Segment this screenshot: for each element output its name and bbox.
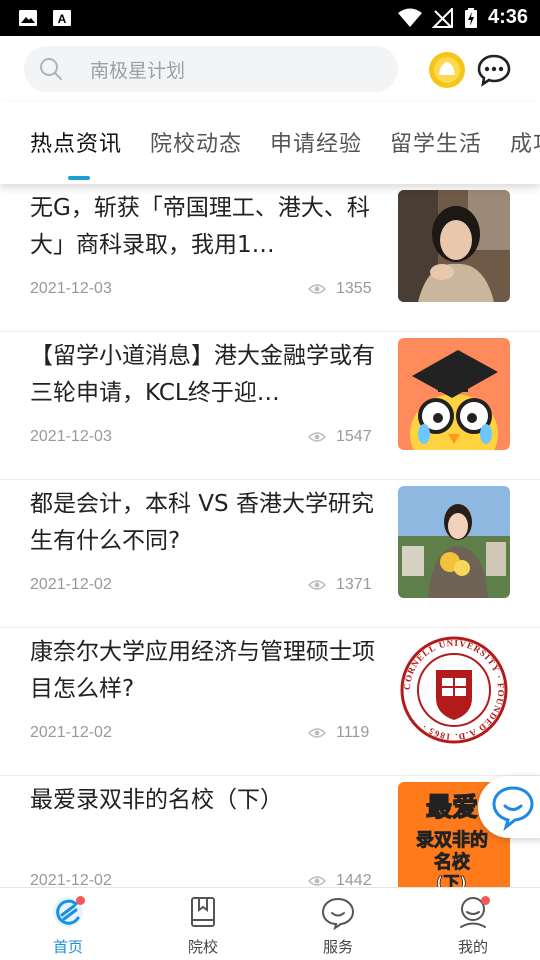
font-app-icon: A — [53, 10, 71, 26]
eye-icon — [308, 580, 326, 590]
eye-icon — [308, 432, 326, 442]
article-thumbnail — [398, 486, 510, 598]
svg-text:名校: 名校 — [434, 851, 471, 873]
view-count: 1442 — [336, 872, 372, 887]
tab-study-abroad-life[interactable]: 留学生活 — [390, 126, 482, 158]
battery-charging-icon — [464, 7, 477, 28]
article-date: 2021-12-02 — [30, 724, 112, 741]
article-views: 1119 — [308, 724, 369, 742]
svg-text:最爱: 最爱 — [426, 793, 478, 823]
wifi-icon — [397, 8, 422, 27]
nav-schools[interactable]: 院校 — [163, 894, 243, 957]
article-item[interactable]: 无G，斩获「帝国理工、港大、科大」商科录取，我用1… 2021-12-03 13… — [0, 184, 540, 332]
view-count: 1355 — [336, 280, 372, 297]
search-bar[interactable]: 南极星计划 — [24, 46, 398, 92]
svg-text:A: A — [58, 12, 67, 26]
article-item[interactable]: 最爱录双非的名校（下） 2021-12-02 1442 最爱 录双非的 名校 (… — [0, 776, 540, 887]
floating-customer-service-button[interactable] — [478, 776, 540, 838]
clock: 4:36 — [487, 6, 528, 28]
tab-hot-news[interactable]: 热点资讯 — [30, 126, 122, 158]
svg-text:(下): (下) — [436, 873, 467, 887]
book-icon — [191, 897, 215, 927]
cornell-seal-image: CORNELL UNIVERSITY · FOUNDED A.D. 1865 · — [398, 634, 510, 746]
notification-icons: A — [18, 8, 72, 28]
search-icon — [40, 58, 62, 80]
article-title: 【留学小道消息】港大金融学或有三轮申请，KCL终于迎… — [30, 343, 375, 406]
eye-icon — [308, 876, 326, 886]
home-badge — [76, 896, 85, 905]
article-thumbnail: CORNELL UNIVERSITY · FOUNDED A.D. 1865 · — [398, 634, 510, 746]
active-tab-indicator — [68, 176, 90, 180]
article-views: 1371 — [308, 576, 372, 594]
nav-services-label: 服务 — [322, 938, 353, 956]
article-title: 都是会计，本科 VS 香港大学研究生有什么不同? — [30, 491, 374, 554]
nav-profile-label: 我的 — [457, 938, 488, 956]
eye-icon — [308, 284, 326, 294]
bottom-navigation: 首页 院校 服务 我的 — [0, 887, 540, 960]
article-item[interactable]: 【留学小道消息】港大金融学或有三轮申请，KCL终于迎… 2021-12-03 1… — [0, 332, 540, 480]
category-tabs: 热点资讯 院校动态 申请经验 留学生活 成功 — [0, 102, 540, 184]
gallery-icon — [19, 10, 37, 26]
tab-application-experience[interactable]: 申请经验 — [270, 126, 362, 158]
article-views: 1442 — [308, 872, 372, 887]
article-thumbnail — [398, 190, 510, 302]
nav-home-label: 首页 — [52, 938, 83, 956]
article-feed[interactable]: 无G，斩获「帝国理工、港大、科大」商科录取，我用1… 2021-12-03 13… — [0, 184, 540, 887]
woman-flowers-image — [398, 486, 510, 598]
article-date: 2021-12-02 — [30, 872, 112, 887]
article-title: 无G，斩获「帝国理工、港大、科大」商科录取，我用1… — [30, 195, 370, 258]
article-date: 2021-12-03 — [30, 428, 112, 445]
article-title: 康奈尔大学应用经济与管理硕士项目怎么样? — [30, 639, 375, 702]
service-chat-icon — [321, 897, 355, 930]
view-count: 1371 — [336, 576, 372, 593]
article-item[interactable]: 都是会计，本科 VS 香港大学研究生有什么不同? 2021-12-02 1371 — [0, 480, 540, 628]
nav-profile[interactable]: 我的 — [433, 894, 513, 957]
view-count: 1547 — [336, 428, 372, 445]
system-indicators: 4:36 — [397, 6, 528, 29]
customer-service-chat-icon — [492, 786, 534, 832]
top-header: 南极星计划 — [0, 36, 540, 102]
article-title: 最爱录双非的名校（下） — [30, 787, 283, 813]
tab-success-cases[interactable]: 成功 — [510, 126, 540, 158]
profile-badge — [481, 896, 490, 905]
view-count: 1119 — [336, 724, 370, 741]
article-date: 2021-12-02 — [30, 576, 112, 593]
search-placeholder: 南极星计划 — [90, 59, 186, 82]
article-thumbnail — [398, 338, 510, 450]
article-views: 1547 — [308, 428, 372, 446]
status-bar: A 4:36 — [0, 0, 540, 36]
article-date: 2021-12-03 — [30, 280, 112, 297]
eye-icon — [308, 728, 326, 738]
message-icon[interactable] — [476, 52, 512, 88]
tab-school-news[interactable]: 院校动态 — [150, 126, 242, 158]
article-views: 1355 — [308, 280, 372, 298]
cartoon-graduate-image — [398, 338, 510, 450]
nav-services[interactable]: 服务 — [298, 894, 378, 957]
article-item[interactable]: 康奈尔大学应用经济与管理硕士项目怎么样? 2021-12-02 1119 COR… — [0, 628, 540, 776]
coin-icon[interactable] — [428, 51, 466, 89]
no-signal-icon — [431, 7, 453, 28]
nav-home[interactable]: 首页 — [28, 894, 108, 957]
nav-schools-label: 院校 — [187, 938, 218, 956]
woman-portrait-image — [398, 190, 510, 302]
svg-text:录双非的: 录双非的 — [416, 829, 488, 851]
